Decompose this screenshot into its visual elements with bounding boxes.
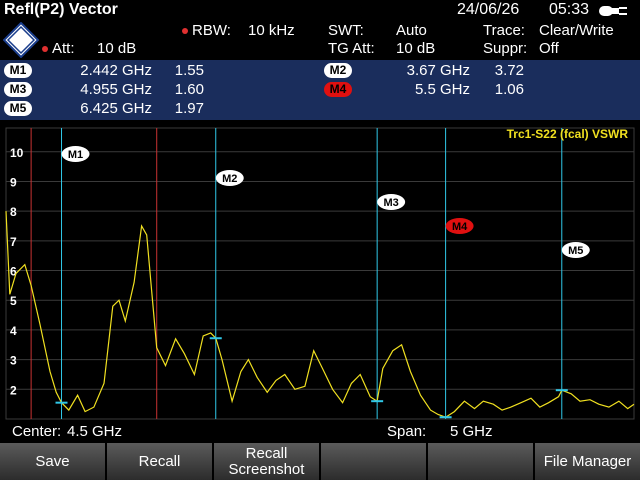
softkey-file-manager[interactable]: File Manager — [535, 443, 640, 480]
settings-panel: RBW: 10 kHz Att: 10 dB SWT: Auto TG Att:… — [0, 21, 640, 59]
marker-value-m1: 1.55 — [174, 62, 204, 79]
y-tick-label: 9 — [10, 175, 17, 189]
marker-value-m4: 1.06 — [494, 81, 524, 98]
y-tick-label: 4 — [10, 324, 17, 338]
trace-label: Trc1-S22 (fcal) VSWR — [507, 127, 629, 141]
softkey-bar: Save Recall Recall Screenshot File Manag… — [0, 443, 640, 480]
marker-badge-m1[interactable]: M1 — [4, 63, 32, 78]
trace-s22-line — [5, 211, 635, 418]
rbw-value[interactable]: 10 kHz — [248, 22, 295, 39]
mode-title: Refl(P2) Vector — [4, 1, 118, 18]
marker-freq-m5: 6.425 GHz — [80, 100, 152, 117]
softkey-blank-5[interactable] — [428, 443, 535, 480]
swt-value[interactable]: Auto — [396, 22, 427, 39]
plot-frame — [5, 127, 635, 420]
softkey-recall-screenshot[interactable]: Recall Screenshot — [214, 443, 321, 480]
suppr-value[interactable]: Off — [539, 40, 559, 57]
y-tick-label: 3 — [10, 354, 17, 368]
marker-freq-m1: 2.442 GHz — [80, 62, 152, 79]
marker-badge-m3[interactable]: M3 — [4, 82, 32, 97]
vswr-plot[interactable]: 10 9 8 7 6 5 4 3 2 M1 M2 M3 M4 M5 Trc1-S22 (fcal) VS… — [0, 122, 640, 442]
trace-label: Trace: — [483, 22, 525, 39]
y-tick-label: 10 — [10, 146, 24, 160]
marker-freq-m2: 3.67 GHz — [406, 62, 470, 79]
plot-canvas[interactable]: 10 9 8 7 6 5 4 3 2 M1 M2 M3 M4 M5 Trc1-S22 (fcal) VS… — [0, 122, 640, 442]
rbw-label: RBW: — [192, 22, 231, 39]
marker-label-text: M1 — [68, 149, 83, 161]
marker-freq-m4: 5.5 GHz — [414, 81, 470, 98]
swt-label: SWT: — [328, 22, 364, 39]
center-label: Center: — [12, 423, 62, 440]
marker-table: M1 2.442 GHz 1.55 M2 3.67 GHz 3.72 M3 4.… — [0, 60, 640, 120]
span-value[interactable]: 5 GHz — [450, 423, 493, 440]
tg-att-value[interactable]: 10 dB — [396, 40, 435, 57]
rs-logo — [2, 21, 40, 62]
marker-freq-m3: 4.955 GHz — [80, 81, 152, 98]
softkey-save[interactable]: Save — [0, 443, 107, 480]
y-tick-label: 6 — [10, 265, 17, 279]
att-value[interactable]: 10 dB — [97, 40, 136, 57]
center-value[interactable]: 4.5 GHz — [67, 423, 122, 440]
trace-value[interactable]: Clear/Write — [539, 22, 614, 39]
marker-label-text: M5 — [568, 245, 583, 257]
suppr-label: Suppr: — [483, 40, 528, 57]
marker-badge-m4[interactable]: M4 — [324, 82, 352, 97]
marker-badge-m2[interactable]: M2 — [324, 63, 352, 78]
marker-label-text: M3 — [384, 197, 399, 209]
y-tick-label: 5 — [10, 294, 17, 308]
span-label: Span: — [387, 423, 427, 440]
title-bar: Refl(P2) Vector 24/06/26 05:33 — [0, 0, 640, 21]
softkey-blank-4[interactable] — [321, 443, 428, 480]
marker-value-m2: 3.72 — [494, 62, 524, 79]
att-label: Att: — [52, 40, 75, 57]
marker-value-m3: 1.60 — [174, 81, 204, 98]
softkey-recall[interactable]: Recall — [107, 443, 214, 480]
y-tick-label: 8 — [10, 205, 17, 219]
date-readout: 24/06/26 — [457, 1, 520, 18]
time-readout: 05:33 — [549, 1, 590, 18]
marker-value-m5: 1.97 — [174, 100, 204, 117]
marker-label-text: M4 — [452, 221, 468, 233]
y-tick-label: 2 — [10, 383, 17, 397]
tg-att-label: TG Att: — [328, 40, 375, 57]
y-tick-label: 7 — [10, 235, 17, 249]
marker-label-text: M2 — [222, 173, 237, 185]
marker-badge-m5[interactable]: M5 — [4, 101, 32, 116]
